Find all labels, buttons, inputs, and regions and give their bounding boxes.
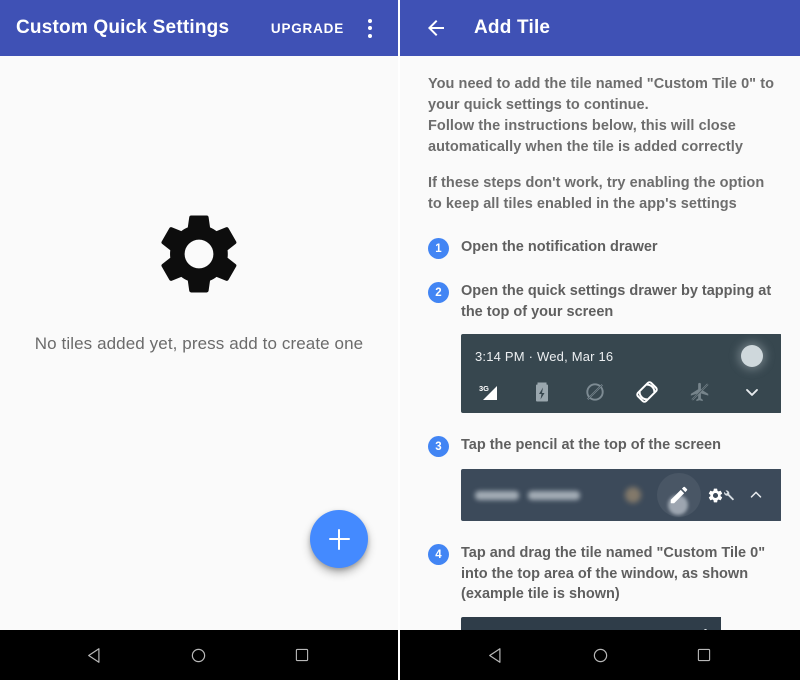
empty-state-message: No tiles added yet, press add to create … [34,334,364,353]
qs-tiles-row: 3G [475,380,767,404]
step-number-badge: 1 [428,238,449,260]
qs-status-row: 3:14 PM · Wed, Mar 16 [475,345,767,368]
home-nav-button[interactable] [176,635,222,675]
chevron-up-icon [750,491,762,498]
step-text: Open the notification drawer [461,239,658,256]
pencil-tap-target [657,473,701,518]
dot [368,33,372,38]
add-tile-screen: Add Tile You need to add the tile named … [400,0,800,680]
step-number-badge: 2 [428,282,449,304]
do-not-disturb-icon [582,380,608,404]
step-text: Tap and drag the tile named "Custom Tile… [461,545,766,603]
circle-home-icon [593,648,607,662]
gear-icon [161,215,237,293]
recents-nav-button[interactable] [681,635,727,675]
step-text: Open the quick settings drawer by tappin… [461,283,772,320]
circle-home-icon [192,648,206,662]
blur-bar [475,490,519,500]
intro-line-2: Follow the instructions below, this will… [428,118,743,156]
step-3: 3 Tap the pencil at the top of the scree… [428,435,782,458]
step-4: 4 Tap and drag the tile named "Custom Ti… [428,543,782,605]
step-text: Tap the pencil at the top of the screen [461,437,721,454]
intro-line-1: You need to add the tile named "Custom T… [428,76,774,114]
back-nav-button[interactable] [73,635,119,675]
back-nav-button[interactable] [473,635,519,675]
settings-wrench-group [707,487,735,504]
airplane-mode-off-icon [687,380,713,404]
blurred-avatar-icon [625,487,641,504]
square-recents-icon [697,648,711,662]
plus-icon-vertical [337,528,341,550]
step-2: 2 Open the quick settings drawer by tapp… [428,281,782,322]
intro-spacer [428,158,782,173]
quick-settings-screenshot: 3:14 PM · Wed, Mar 16 3G [461,334,782,414]
triangle-back-icon [88,647,100,663]
left-appbar: Custom Quick Settings UPGRADE [0,0,398,56]
dot [368,26,372,30]
more-vert-icon[interactable] [352,8,388,48]
left-android-navbar [0,630,398,680]
back-button[interactable] [416,8,456,48]
square-recents-icon [296,648,309,662]
svg-text:3G: 3G [479,384,489,393]
dot [368,18,372,23]
step-number-badge: 3 [428,436,449,458]
chevron-down-icon [739,380,765,404]
triangle-back-icon [488,647,500,663]
auto-rotate-icon [634,380,660,404]
page-title: Add Tile [474,17,551,38]
add-tile-fab[interactable] [310,510,368,568]
intro-line-3: If these steps don't work, try enabling … [428,175,765,213]
app-title: Custom Quick Settings [16,17,230,38]
recents-nav-button[interactable] [279,635,325,675]
blurred-status-text [475,490,580,500]
quick-settings-panel: 3:14 PM · Wed, Mar 16 3G [461,334,781,414]
home-nav-button[interactable] [577,635,623,675]
drag-tile-screenshot [461,616,782,630]
pencil-screenshot [461,469,782,522]
wrench-icon [724,490,734,501]
drag-tile-panel [461,616,721,630]
intro-text-block: You need to add the tile named "Custom T… [428,74,782,215]
pencil-icon [670,487,688,504]
upgrade-button[interactable]: UPGRADE [263,15,352,42]
pencil-panel [461,469,781,522]
qs-date: Wed, Mar 16 [536,348,614,364]
arrow-back-icon [428,20,444,36]
dual-screenshot-container: Custom Quick Settings UPGRADE No tiles a… [0,0,800,680]
step-1: 1 Open the notification drawer [428,237,782,260]
qs-time: 3:14 PM [475,348,525,364]
signal-3g-icon: 3G [477,380,503,404]
instructions-scroll-area[interactable]: You need to add the tile named "Custom T… [400,56,800,630]
left-app-screen: Custom Quick Settings UPGRADE No tiles a… [0,0,400,680]
step-number-badge: 4 [428,544,449,566]
brightness-dot-icon [741,345,763,368]
qs-separator: · [528,348,534,364]
qs-status-text: 3:14 PM · Wed, Mar 16 [475,349,613,364]
battery-charging-icon [529,380,555,404]
right-appbar: Add Tile [400,0,800,56]
blur-bar [528,490,580,500]
right-android-navbar [400,630,800,680]
